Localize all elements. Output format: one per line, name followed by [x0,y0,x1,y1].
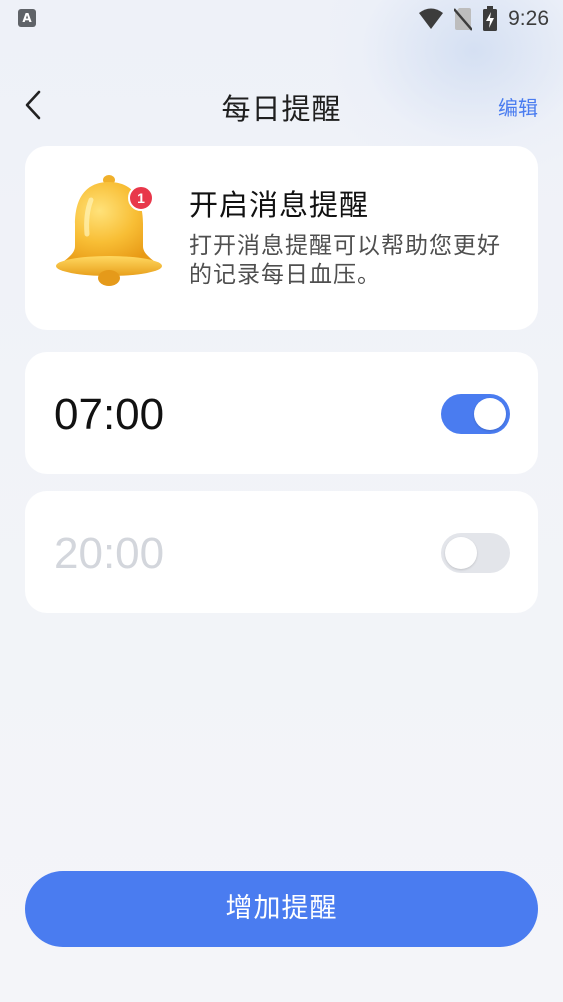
edit-button[interactable]: 编辑 [498,92,538,121]
reminder-toggle[interactable] [441,533,510,573]
toggle-knob [474,398,506,430]
intro-title: 开启消息提醒 [189,188,370,222]
reminder-item[interactable]: 20:00 [25,491,538,613]
page-title: 每日提醒 [221,92,342,126]
wifi-icon [419,8,444,29]
toggle-knob [445,537,477,569]
no-sim-icon [454,8,473,31]
notification-intro-card: 1 开启消息提醒 打开消息提醒可以帮助您更好的记录每日血压。 [25,146,538,330]
status-icons: 9:26 [418,6,549,32]
reminder-time: 20:00 [54,529,165,578]
reminder-item[interactable]: 07:00 [25,352,538,474]
intro-description: 打开消息提醒可以帮助您更好的记录每日血压。 [189,233,501,288]
reminder-toggle[interactable] [441,394,510,434]
bell-icon: 1 [56,175,162,286]
bell-badge-count: 1 [137,190,145,206]
battery-charging-icon [483,6,498,31]
app-notification-icon: A [18,9,36,27]
header: 每日提醒 编辑 [0,72,563,136]
status-bar: A 9:26 [0,0,563,40]
status-time: 9:26 [508,7,549,30]
reminder-time: 07:00 [54,390,165,439]
add-reminder-button[interactable]: 增加提醒 [25,871,538,947]
